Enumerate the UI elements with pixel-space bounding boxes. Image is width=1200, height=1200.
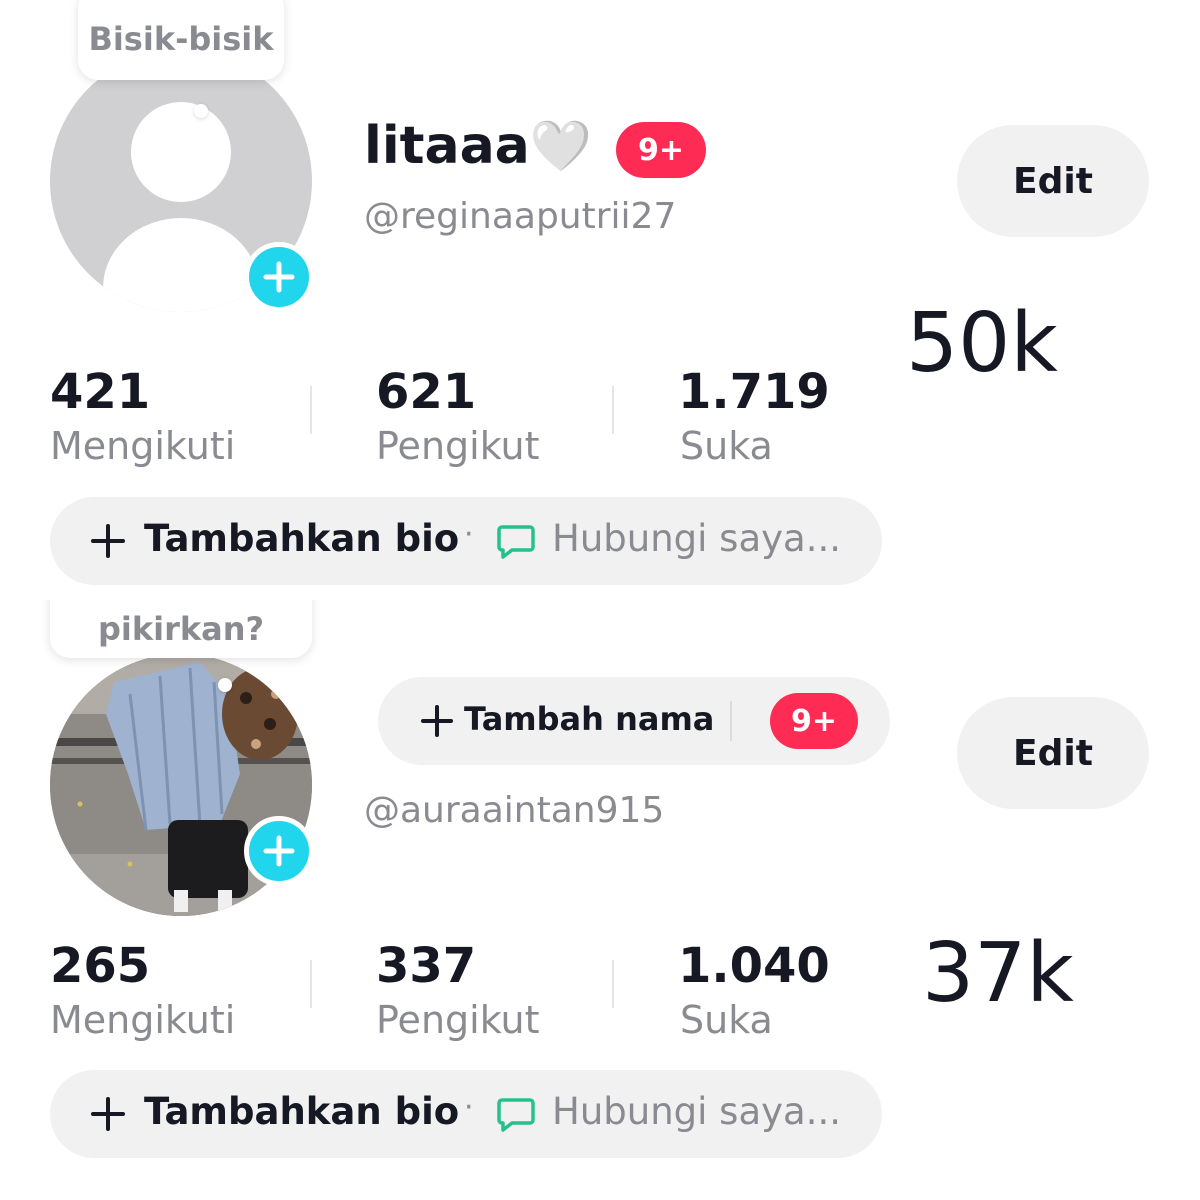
profile-header-1: Bisik-bisik litaaa🤍 9+ @reginaaputrii27 … — [0, 0, 1200, 600]
add-name-button[interactable]: Tambah nama — [464, 700, 714, 738]
add-bio-button[interactable]: Tambahkan bio — [144, 1090, 459, 1133]
default-avatar-head — [131, 102, 231, 202]
overlay-count: 50k — [906, 296, 1058, 391]
plus-icon — [91, 1097, 125, 1131]
plus-icon — [263, 261, 295, 293]
plus-icon — [91, 524, 125, 558]
chat-bubble-icon — [497, 525, 535, 559]
stat-divider — [310, 386, 312, 434]
thought-bubble-text: pikirkan? — [97, 610, 265, 648]
white-heart-icon: 🤍 — [529, 117, 593, 175]
thought-bubble-text: Bisik-bisik — [88, 20, 274, 58]
following-label[interactable]: Mengikuti — [50, 998, 235, 1042]
separator-dot: · — [464, 1090, 474, 1125]
following-count[interactable]: 265 — [50, 938, 150, 994]
thought-bubble-tail — [218, 678, 232, 692]
profile-header-2: pikirkan? Tambah nama 9+ @auraaintan915 … — [0, 600, 1200, 1200]
edit-label: Edit — [1013, 732, 1093, 774]
thought-bubble[interactable]: Bisik-bisik — [78, 0, 284, 80]
followers-label[interactable]: Pengikut — [376, 424, 540, 468]
followers-count[interactable]: 621 — [376, 364, 476, 420]
notification-badge-text: 9+ — [790, 703, 837, 739]
notification-badge-text: 9+ — [637, 132, 684, 168]
edit-label: Edit — [1013, 160, 1093, 202]
pill-divider — [730, 701, 732, 741]
add-name-pill: Tambah nama 9+ — [378, 677, 890, 765]
likes-count[interactable]: 1.719 — [678, 364, 830, 420]
bio-actions-pill: Tambahkan bio · Hubungi saya... — [50, 1070, 882, 1158]
likes-count[interactable]: 1.040 — [678, 938, 830, 994]
display-name-text: litaaa — [364, 116, 530, 176]
username: @auraaintan915 — [364, 790, 665, 831]
add-avatar-button[interactable] — [244, 816, 314, 886]
contact-me-button[interactable]: Hubungi saya... — [552, 1090, 841, 1133]
display-name: litaaa🤍 — [364, 116, 592, 176]
bio-actions-pill: Tambahkan bio · Hubungi saya... — [50, 497, 882, 585]
notification-badge[interactable]: 9+ — [770, 693, 858, 749]
stat-divider — [310, 960, 312, 1008]
plus-icon — [421, 705, 453, 737]
stat-divider — [612, 386, 614, 434]
overlay-count: 37k — [922, 926, 1074, 1021]
default-avatar-body — [103, 218, 259, 312]
chat-bubble-icon — [497, 1098, 535, 1132]
thought-bubble[interactable]: pikirkan? — [50, 600, 312, 658]
username: @reginaaputrii27 — [364, 196, 677, 237]
thought-bubble-tail — [194, 104, 208, 118]
edit-profile-button[interactable]: Edit — [957, 697, 1149, 809]
following-label[interactable]: Mengikuti — [50, 424, 235, 468]
followers-count[interactable]: 337 — [376, 938, 476, 994]
likes-label[interactable]: Suka — [680, 998, 773, 1042]
add-avatar-button[interactable] — [244, 242, 314, 312]
notification-badge[interactable]: 9+ — [616, 122, 706, 178]
stat-divider — [612, 960, 614, 1008]
followers-label[interactable]: Pengikut — [376, 998, 540, 1042]
edit-profile-button[interactable]: Edit — [957, 125, 1149, 237]
likes-label[interactable]: Suka — [680, 424, 773, 468]
following-count[interactable]: 421 — [50, 364, 150, 420]
plus-icon — [263, 835, 295, 867]
separator-dot: · — [464, 517, 474, 552]
contact-me-button[interactable]: Hubungi saya... — [552, 517, 841, 560]
add-bio-button[interactable]: Tambahkan bio — [144, 517, 459, 560]
